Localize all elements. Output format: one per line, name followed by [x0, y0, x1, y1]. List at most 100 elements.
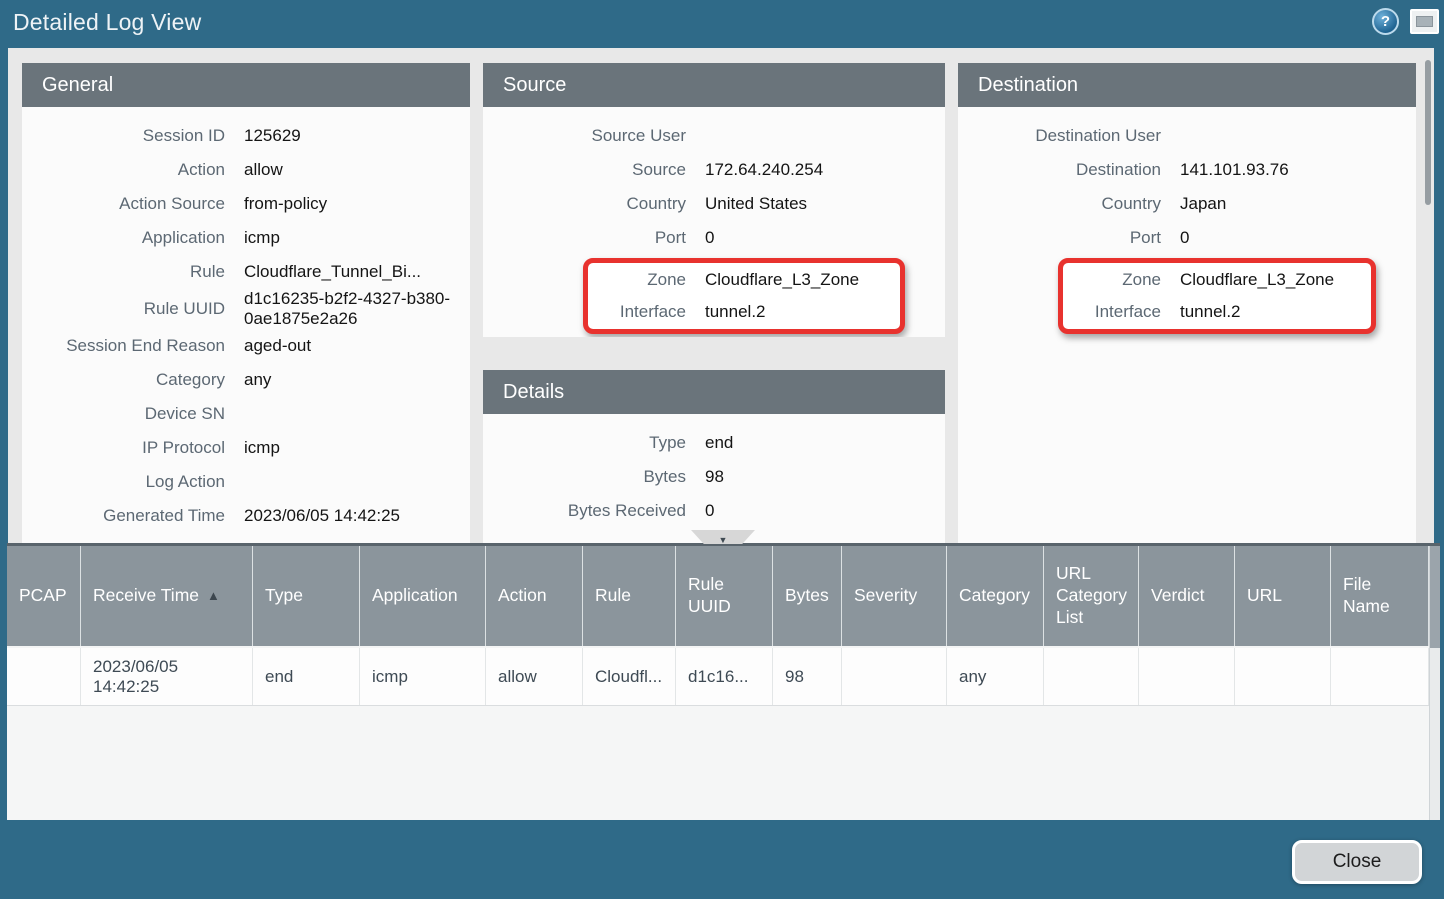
- log-table: PCAP Receive Time ▲ Type Application Action Ru…: [7, 543, 1440, 820]
- table-scrollbar-track[interactable]: [1429, 546, 1440, 820]
- field-value: end: [705, 433, 733, 453]
- column-header-label: File Name: [1343, 574, 1416, 618]
- log-table-row[interactable]: 2023/06/05 14:42:25endicmpallowCloudfl..…: [7, 648, 1429, 706]
- field-value: Cloudflare_L3_Zone: [705, 270, 859, 290]
- destination-field-row: Destination141.101.93.76: [958, 153, 1416, 187]
- log-table-header: PCAP Receive Time ▲ Type Application Action Ru…: [7, 546, 1429, 648]
- field-label: Log Action: [22, 472, 225, 492]
- destination-panel: Destination Destination User Destination1…: [958, 63, 1416, 543]
- column-header-url-category-list[interactable]: URL Category List: [1044, 546, 1139, 646]
- field-label: Bytes: [483, 467, 686, 487]
- field-label: Zone: [1063, 270, 1161, 290]
- column-header-severity[interactable]: Severity: [842, 546, 947, 646]
- field-label: Bytes Received: [483, 501, 686, 521]
- source-field-row: Country United States: [483, 187, 945, 221]
- column-header-type[interactable]: Type: [253, 546, 360, 646]
- source-panel: Source Source User Source 172.64.240.254 Co…: [483, 63, 945, 337]
- log-cell: [7, 648, 81, 705]
- field-value: 2023/06/05 14:42:25: [244, 506, 400, 526]
- field-value: Cloudflare_Tunnel_Bi...: [244, 262, 421, 282]
- column-header-label: Type: [265, 585, 303, 607]
- field-value: tunnel.2: [1180, 302, 1241, 322]
- general-field-row: Applicationicmp: [22, 221, 470, 255]
- field-label: Destination User: [958, 126, 1161, 146]
- red-highlight-box: ZoneCloudflare_L3_ZoneInterfacetunnel.2: [1058, 258, 1376, 334]
- log-cell: any: [947, 648, 1044, 705]
- source-field-row: Port 0: [483, 221, 945, 255]
- field-label: Country: [483, 194, 686, 214]
- details-field-row: Bytes Received 0: [483, 494, 945, 528]
- field-label: Category: [22, 370, 225, 390]
- field-value: Cloudflare_L3_Zone: [1180, 270, 1334, 290]
- source-field-row: Interfacetunnel.2: [588, 296, 900, 328]
- field-value: allow: [244, 160, 283, 180]
- field-value: from-policy: [244, 194, 327, 214]
- field-value: 141.101.93.76: [1180, 160, 1289, 180]
- column-header-file-name[interactable]: File Name: [1331, 546, 1429, 646]
- window-restore-icon[interactable]: [1410, 9, 1439, 34]
- field-label: Application: [22, 228, 225, 248]
- general-field-row: IP Protocolicmp: [22, 431, 470, 465]
- red-highlight-box: ZoneCloudflare_L3_ZoneInterfacetunnel.2: [583, 258, 905, 334]
- field-value: 98: [705, 467, 724, 487]
- source-panel-title: Source: [483, 63, 945, 107]
- column-header-label: Category: [959, 585, 1030, 607]
- field-label: Session ID: [22, 126, 225, 146]
- detail-scrollbar-thumb[interactable]: [1425, 60, 1431, 205]
- column-header-rule[interactable]: Rule: [583, 546, 676, 646]
- sort-asc-icon: ▲: [207, 588, 220, 604]
- general-field-row: Categoryany: [22, 363, 470, 397]
- column-header-label: Receive Time: [93, 585, 199, 607]
- source-field-row: Source 172.64.240.254: [483, 153, 945, 187]
- field-label: Action: [22, 160, 225, 180]
- details-panel: Details TypeendBytes98Bytes Received0: [483, 370, 945, 543]
- field-label: Interface: [588, 302, 686, 322]
- column-header-label: Rule: [595, 585, 631, 607]
- log-table-body: 2023/06/05 14:42:25endicmpallowCloudfl..…: [7, 648, 1440, 706]
- source-field-row: Source User: [483, 119, 945, 153]
- log-cell: [1331, 648, 1429, 705]
- field-label: IP Protocol: [22, 438, 225, 458]
- general-field-row: Action Sourcefrom-policy: [22, 187, 470, 221]
- column-header-label: Action: [498, 585, 547, 607]
- field-value: 0: [705, 228, 714, 248]
- help-icon[interactable]: ?: [1372, 8, 1399, 35]
- field-label: Source: [483, 160, 686, 180]
- field-value: 0: [705, 501, 714, 521]
- column-header-pcap[interactable]: PCAP: [7, 546, 81, 646]
- column-header-label: Bytes: [785, 585, 829, 607]
- destination-panel-title: Destination: [958, 63, 1416, 107]
- column-header-receive-time[interactable]: Receive Time ▲: [81, 546, 253, 646]
- source-field-row: ZoneCloudflare_L3_Zone: [588, 264, 900, 296]
- column-header-label: PCAP: [19, 585, 67, 607]
- field-value: 172.64.240.254: [705, 160, 823, 180]
- log-cell: [1235, 648, 1331, 705]
- column-header-application[interactable]: Application: [360, 546, 486, 646]
- column-header-label: URL: [1247, 585, 1282, 607]
- close-button[interactable]: Close: [1292, 840, 1422, 884]
- destination-field-row: Zone Cloudflare_L3_Zone: [1063, 264, 1371, 296]
- field-label: Country: [958, 194, 1161, 214]
- log-cell: [842, 648, 947, 705]
- destination-panel-body: Destination User Destination141.101.93.76…: [958, 107, 1416, 334]
- column-header-rule-uuid[interactable]: Rule UUID: [676, 546, 773, 646]
- field-label: Port: [483, 228, 686, 248]
- field-label: Device SN: [22, 404, 225, 424]
- column-header-verdict[interactable]: Verdict: [1139, 546, 1235, 646]
- window-restore-inner: [1416, 16, 1433, 27]
- column-header-url[interactable]: URL: [1235, 546, 1331, 646]
- column-header-label: URL Category List: [1056, 563, 1127, 629]
- details-field-row: Bytes 98: [483, 460, 945, 494]
- column-header-category[interactable]: Category: [947, 546, 1044, 646]
- column-header-action[interactable]: Action: [486, 546, 583, 646]
- field-value: United States: [705, 194, 807, 214]
- detail-region: General Session ID125629ActionallowActio…: [8, 48, 1434, 543]
- details-field-row: Typeend: [483, 426, 945, 460]
- field-value: Japan: [1180, 194, 1226, 214]
- general-field-row: Session End Reasonaged-out: [22, 329, 470, 363]
- destination-field-row: Country Japan: [958, 187, 1416, 221]
- general-field-row: Action allow: [22, 153, 470, 187]
- general-field-row: Rule UUIDd1c16235-b2f2-4327-b380-0ae1875…: [22, 289, 470, 329]
- column-header-label: Rule UUID: [688, 574, 760, 618]
- column-header-bytes[interactable]: Bytes: [773, 546, 842, 646]
